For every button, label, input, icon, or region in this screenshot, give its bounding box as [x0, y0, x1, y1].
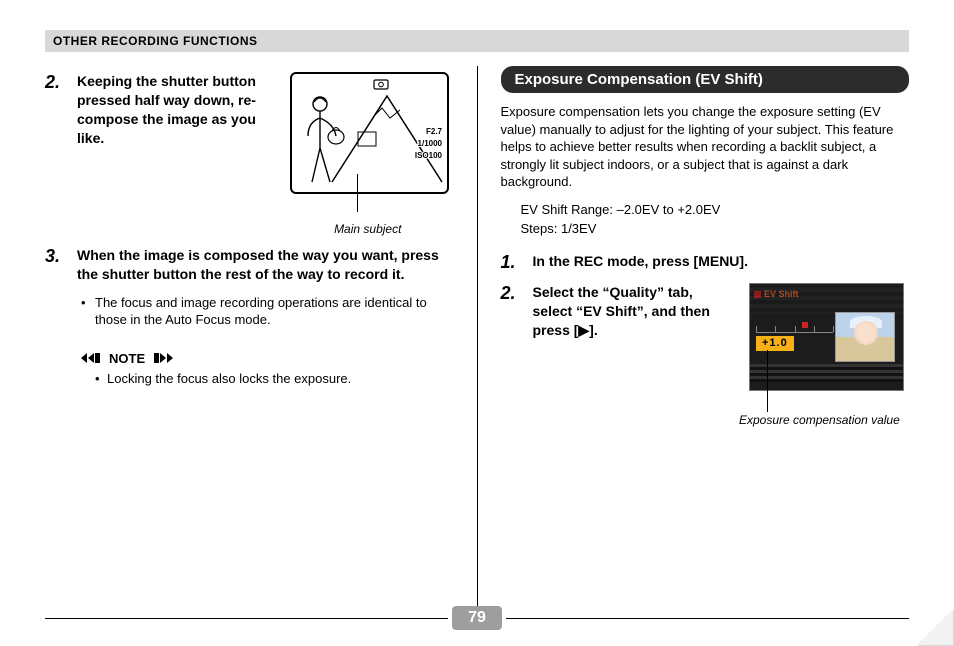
- step-text: Select the “Quality” tab, select “EV Shi…: [533, 283, 732, 428]
- step-text: In the REC mode, press [MENU].: [533, 252, 748, 273]
- ev-marker: [802, 322, 808, 328]
- section-header-band: OTHER RECORDING FUNCTIONS: [45, 30, 909, 52]
- note-heading: NOTE: [81, 351, 454, 366]
- screen-stripes: [750, 288, 903, 314]
- note-text: Locking the focus also locks the exposur…: [107, 370, 351, 388]
- step-number: 1.: [501, 252, 533, 273]
- camera-screen-mock: EV Shift +1.0: [749, 283, 904, 391]
- step-2-right: 2. Select the “Quality” tab, select “EV …: [501, 283, 910, 428]
- step-text: When the image is composed the way you w…: [77, 246, 454, 284]
- section-heading: Exposure Compensation (EV Shift): [501, 66, 910, 93]
- bullet-text: The focus and image recording operations…: [95, 294, 454, 329]
- note-icon-left: [81, 353, 103, 363]
- screen-wrap: EV Shift +1.0: [739, 283, 909, 428]
- readout-shutter: 1/1000: [418, 139, 443, 148]
- page-curl-highlight: [917, 609, 953, 645]
- column-divider: [477, 66, 478, 606]
- step-number: 2.: [45, 72, 77, 236]
- viewfinder-illustration: F2.7 1/1000 ISO100: [290, 72, 449, 194]
- scene-svg: F2.7 1/1000 ISO100: [292, 74, 447, 192]
- page-footer: 79: [45, 606, 909, 630]
- bullet-dot: •: [81, 294, 95, 329]
- ev-steps: Steps: 1/3EV: [521, 220, 910, 238]
- ev-value-badge: +1.0: [756, 336, 794, 351]
- screen-stripes: [750, 364, 903, 382]
- callout-line: [767, 350, 768, 412]
- page-number: 79: [452, 606, 502, 630]
- bullet-dot: •: [95, 370, 107, 388]
- screen-caption: Exposure compensation value: [739, 413, 909, 428]
- step-number: 2.: [501, 283, 533, 428]
- footer-rule: [506, 618, 909, 619]
- ev-scale: [756, 328, 833, 333]
- note-icon-right: [151, 353, 173, 363]
- illustration-column: F2.7 1/1000 ISO100 Main subject: [282, 72, 454, 236]
- bullet-item: • The focus and image recording operatio…: [81, 294, 454, 329]
- readout-f: F2.7: [426, 127, 443, 136]
- readout-iso: ISO100: [415, 151, 443, 160]
- step-2: 2. Keeping the shutter button pressed ha…: [45, 72, 454, 236]
- step-text: Keeping the shutter button pressed half …: [77, 72, 282, 148]
- note-item: • Locking the focus also locks the expos…: [95, 370, 454, 388]
- right-column: Exposure Compensation (EV Shift) Exposur…: [483, 66, 910, 621]
- callout-line: [357, 174, 358, 212]
- illustration-caption: Main subject: [282, 222, 454, 236]
- ev-range: EV Shift Range: –2.0EV to +2.0EV: [521, 201, 910, 219]
- left-column: 2. Keeping the shutter button pressed ha…: [45, 66, 472, 621]
- intro-paragraph: Exposure compensation lets you change th…: [501, 103, 910, 191]
- two-column-layout: 2. Keeping the shutter button pressed ha…: [45, 66, 909, 621]
- section-header: OTHER RECORDING FUNCTIONS: [53, 34, 258, 48]
- step-3: 3. When the image is composed the way yo…: [45, 246, 454, 284]
- footer-rule: [45, 618, 448, 619]
- preview-thumbnail: [835, 312, 895, 362]
- note-label: NOTE: [109, 351, 145, 366]
- step-1-right: 1. In the REC mode, press [MENU].: [501, 252, 910, 273]
- step-number: 3.: [45, 246, 77, 284]
- manual-page: OTHER RECORDING FUNCTIONS 2. Keeping the…: [0, 0, 954, 646]
